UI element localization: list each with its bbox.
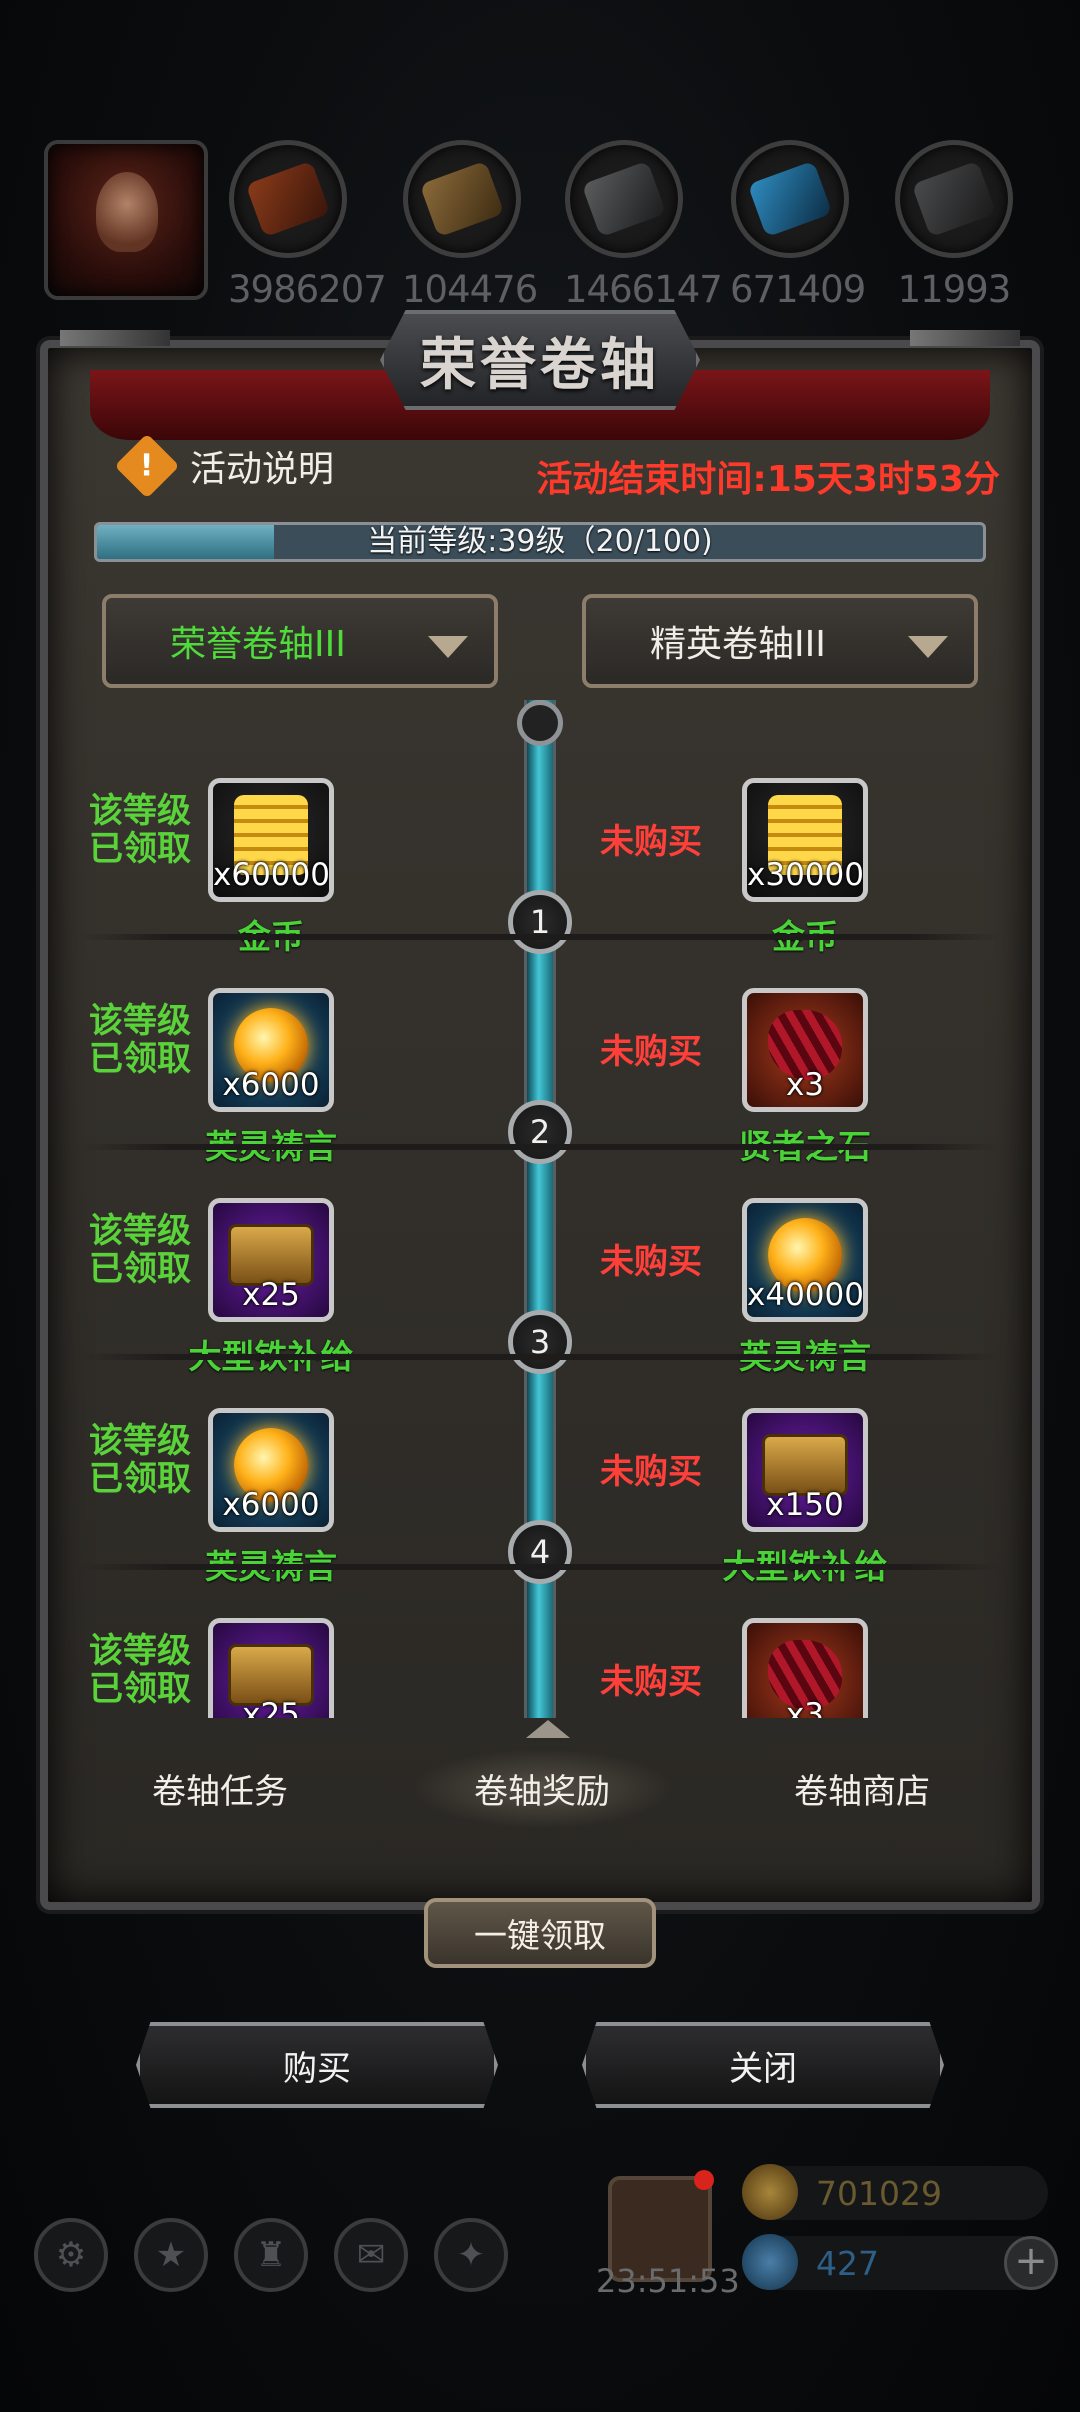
title-plate: 荣誉卷轴 <box>380 310 700 410</box>
reward-item-elite[interactable]: x40000 <box>742 1198 868 1322</box>
reward-list[interactable]: 该等级 已领取 x60000 金币 未购买 x300000 金币 1 该等级 已… <box>80 700 1000 1718</box>
reward-row: 该等级 已领取 x60000 金币 未购买 x300000 金币 1 <box>80 730 1000 956</box>
resource-count: 671409 <box>730 268 866 311</box>
frame-spike-right <box>910 330 1020 346</box>
item-quantity: x300000 <box>747 857 864 893</box>
scroll-up-arrow-icon <box>526 1720 570 1738</box>
gem-icon <box>742 2234 798 2290</box>
unbought-status: 未购买 <box>600 1242 702 1282</box>
item-quantity: x25 <box>242 1697 300 1718</box>
claimed-status: 该等级 已领取 <box>89 1421 191 1499</box>
event-end-time: 活动结束时间:15天3时53分 <box>536 459 1000 500</box>
resource-stone[interactable]: 11993 <box>894 140 1014 311</box>
claimed-status: 该等级 已领取 <box>89 1211 191 1289</box>
reward-row: 该等级 已领取 x25 大型铁补给 未购买 x40000 英灵祷言 3 <box>80 1150 1000 1376</box>
warning-icon: ! <box>114 433 180 499</box>
claimed-status: 该等级 已领取 <box>89 791 191 869</box>
resource-count: 104476 <box>402 268 538 311</box>
resource-wood[interactable]: 104476 <box>402 140 538 311</box>
copper-ore-icon <box>229 140 347 258</box>
notification-dot <box>694 2170 714 2190</box>
frame-spike-left <box>60 330 170 346</box>
gem-counter: 427 <box>742 2234 1048 2290</box>
unbought-status: 未购买 <box>600 1452 702 1492</box>
wood-plank-icon <box>403 140 521 258</box>
item-quantity: x60000 <box>213 857 330 893</box>
chevron-down-icon <box>908 636 948 658</box>
gold-coin-icon <box>742 2164 798 2220</box>
item-quantity: x6000 <box>222 1487 320 1523</box>
item-quantity: x3 <box>785 1697 825 1718</box>
chevron-down-icon <box>428 636 468 658</box>
event-info-label: 活动说明 <box>190 449 335 490</box>
item-quantity: x25 <box>242 1277 300 1313</box>
unbought-status: 未购买 <box>600 1662 702 1702</box>
progress-text: 当前等级:39级（20/100) <box>367 524 713 559</box>
buy-button[interactable]: 购买 <box>136 2022 498 2108</box>
unbought-status: 未购买 <box>600 822 702 862</box>
item-quantity: x150 <box>766 1487 844 1523</box>
iron-ingot-icon <box>565 140 683 258</box>
reward-item-free[interactable]: x25 <box>208 1198 334 1322</box>
unbought-status: 未购买 <box>600 1032 702 1072</box>
item-quantity: x6000 <box>222 1067 320 1103</box>
left-scroll-dropdown[interactable]: 荣誉卷轴III <box>102 594 498 688</box>
star-icon[interactable]: ★ <box>134 2218 208 2292</box>
right-scroll-dropdown[interactable]: 精英卷轴III <box>582 594 978 688</box>
alliance-icon[interactable]: ✦ <box>434 2218 508 2292</box>
reward-item-elite[interactable]: x150 <box>742 1408 868 1532</box>
resource-count: 1466147 <box>564 268 723 311</box>
level-progress-bar: 当前等级:39级（20/100) <box>94 522 986 562</box>
page-title: 荣誉卷轴 <box>420 331 660 398</box>
item-quantity: x3 <box>785 1067 825 1103</box>
resource-count: 11993 <box>897 268 1012 311</box>
castle-icon[interactable]: ♜ <box>234 2218 308 2292</box>
tab-scroll-rewards[interactable]: 卷轴奖励 <box>412 1748 672 1829</box>
gold-amount: 701029 <box>816 2174 942 2213</box>
stone-icon <box>895 140 1013 258</box>
scroll-tabs: 卷轴任务 卷轴奖励 卷轴商店 <box>90 1720 990 1870</box>
resource-count: 3986207 <box>228 268 387 311</box>
claimed-status: 该等级 已领取 <box>89 1001 191 1079</box>
gift-timer: 23:51:53 <box>596 2262 740 2300</box>
reward-item-elite[interactable]: x3 <box>742 1618 868 1718</box>
right-scroll-label: 精英卷轴III <box>650 624 826 665</box>
close-button[interactable]: 关闭 <box>582 2022 944 2108</box>
event-info-button[interactable]: ! 活动说明 <box>114 433 335 499</box>
reward-item-free[interactable]: x6000 <box>208 988 334 1112</box>
crystal-icon <box>731 140 849 258</box>
claim-all-button[interactable]: 一键领取 <box>424 1898 656 1968</box>
tab-scroll-shop[interactable]: 卷轴商店 <box>732 1764 992 1813</box>
add-currency-button[interactable]: + <box>1004 2236 1058 2290</box>
reward-item-free[interactable]: x6000 <box>208 1408 334 1532</box>
left-scroll-label: 荣誉卷轴III <box>170 624 346 665</box>
tab-scroll-tasks[interactable]: 卷轴任务 <box>90 1764 350 1813</box>
reward-item-elite[interactable]: x3 <box>742 988 868 1112</box>
claimed-status: 该等级 已领取 <box>89 1631 191 1709</box>
reward-row: 该等级 已领取 x25 未购买 x3 <box>80 1570 1000 1718</box>
resource-copper[interactable]: 3986207 <box>228 140 387 311</box>
item-quantity: x40000 <box>747 1277 864 1313</box>
reward-item-free[interactable]: x25 <box>208 1618 334 1718</box>
settings-icon[interactable]: ⚙ <box>34 2218 108 2292</box>
gem-amount: 427 <box>816 2244 879 2283</box>
reward-row: 该等级 已领取 x6000 英灵祷言 未购买 x3 贤者之石 2 <box>80 940 1000 1166</box>
resource-iron[interactable]: 1466147 <box>564 140 723 311</box>
resource-crystal[interactable]: 671409 <box>730 140 866 311</box>
reward-item-free[interactable]: x60000 <box>208 778 334 902</box>
reward-item-elite[interactable]: x300000 <box>742 778 868 902</box>
resource-bar: 3986207 104476 1466147 671409 11993 <box>0 0 1080 311</box>
reward-row: 该等级 已领取 x6000 英灵祷言 未购买 x150 大型铁补给 4 <box>80 1360 1000 1586</box>
mail-icon[interactable]: ✉ <box>334 2218 408 2292</box>
player-avatar[interactable] <box>44 140 208 300</box>
gold-counter: 701029 <box>742 2164 1048 2220</box>
